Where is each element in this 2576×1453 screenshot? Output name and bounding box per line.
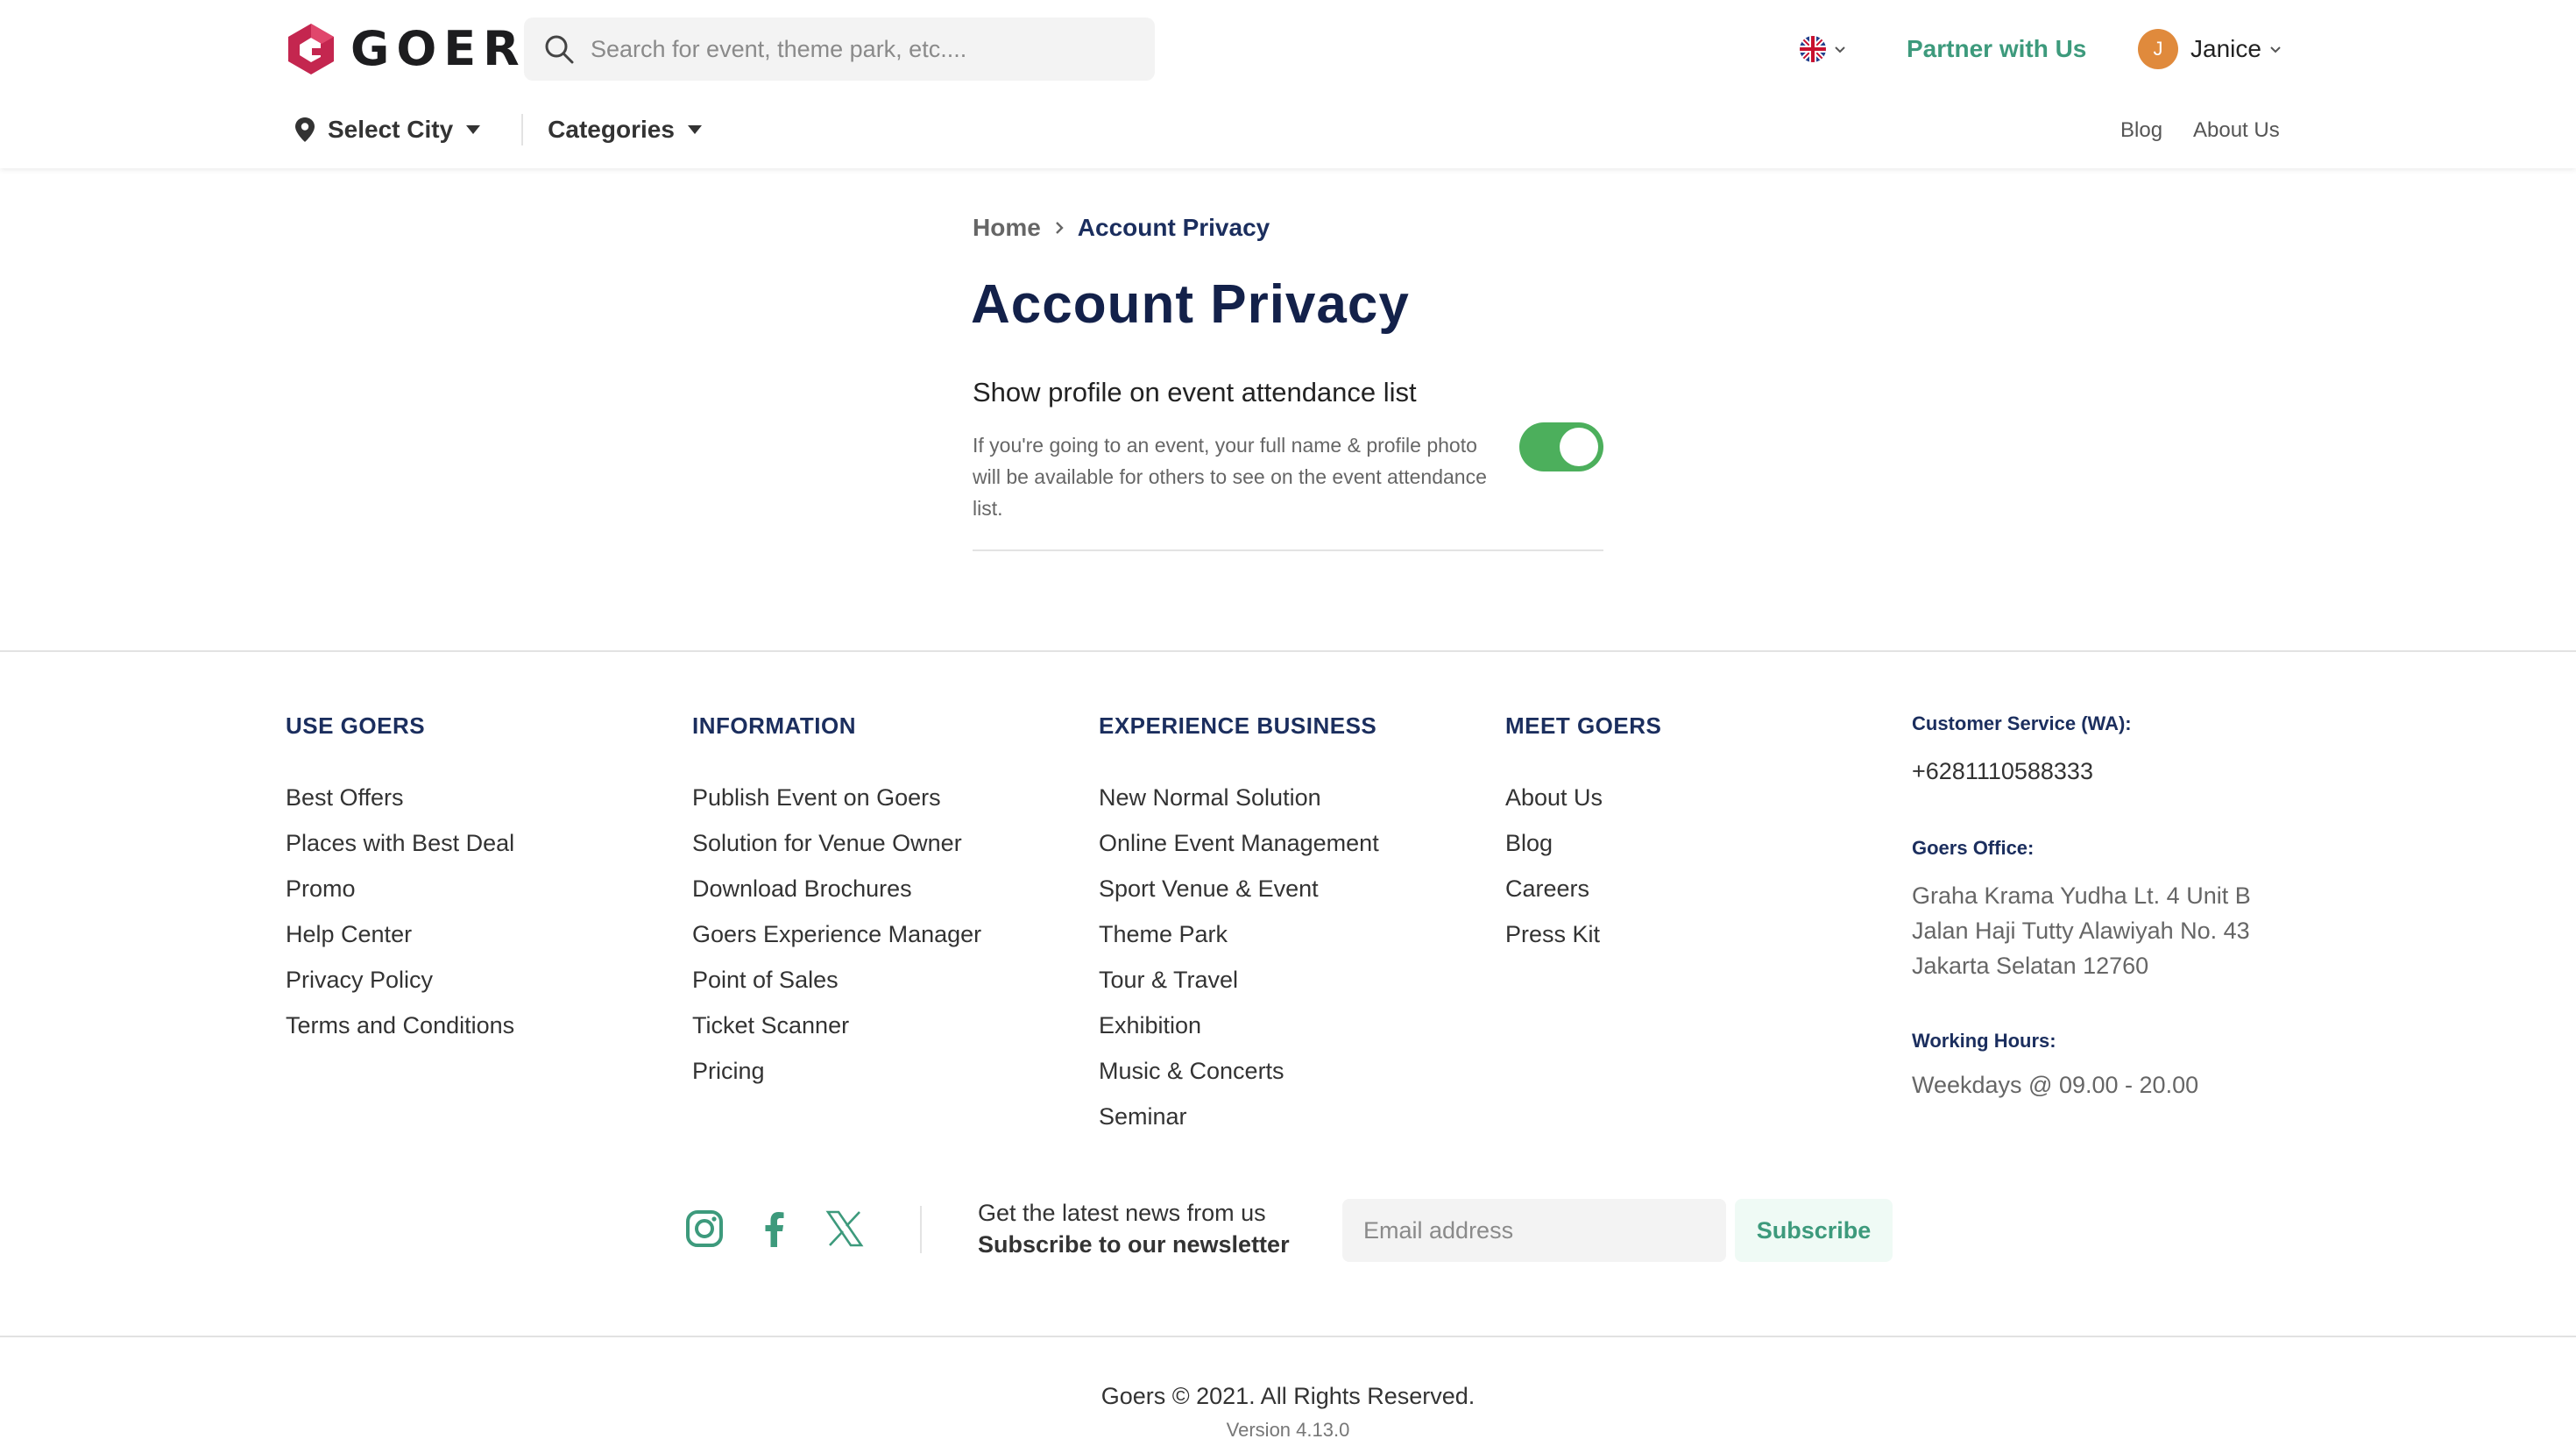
toggle-knob: [1560, 428, 1598, 466]
footer-link[interactable]: Music & Concerts: [1099, 1048, 1379, 1094]
office-address-line: Jalan Haji Tutty Alawiyah No. 43: [1912, 918, 2250, 944]
footer-column-meet-goers: MEET GOERS About Us Blog Careers Press K…: [1505, 712, 1661, 957]
attendance-visibility-toggle[interactable]: [1519, 422, 1603, 471]
footer-link[interactable]: Online Event Management: [1099, 820, 1379, 866]
office-address-line: Graha Krama Yudha Lt. 4 Unit B: [1912, 882, 2251, 909]
search-bar[interactable]: [524, 18, 1155, 81]
search-input[interactable]: [591, 35, 1116, 63]
language-selector[interactable]: [1800, 33, 1847, 65]
footer-column-information: INFORMATION Publish Event on Goers Solut…: [692, 712, 981, 1094]
chevron-down-icon: [2270, 46, 2281, 53]
uk-flag-icon: [1800, 36, 1826, 62]
attendance-visibility-setting: Show profile on event attendance list If…: [973, 375, 1603, 520]
footer-divider: [0, 650, 2576, 652]
user-menu[interactable]: J Janice: [2138, 28, 2282, 70]
footer-column-title: EXPERIENCE BUSINESS: [1099, 712, 1377, 739]
location-pin-icon: [295, 117, 315, 142]
footer-link[interactable]: Goers Experience Manager: [692, 911, 981, 957]
search-icon: [545, 35, 574, 64]
footer-link[interactable]: Best Offers: [286, 775, 514, 820]
setting-divider: [973, 549, 1603, 551]
footer-link[interactable]: Press Kit: [1505, 911, 1661, 957]
footer-link[interactable]: New Normal Solution: [1099, 775, 1379, 820]
footer-link[interactable]: Places with Best Deal: [286, 820, 514, 866]
working-hours-label: Working Hours:: [1912, 1030, 2056, 1052]
customer-service-label: Customer Service (WA):: [1912, 712, 2132, 734]
user-name: Janice: [2190, 35, 2261, 62]
office-label: Goers Office:: [1912, 837, 2035, 859]
footer-bottom-divider: [0, 1336, 2576, 1337]
caret-down-icon: [466, 125, 481, 134]
footer-link[interactable]: Ticket Scanner: [692, 1003, 981, 1048]
footer-link[interactable]: Theme Park: [1099, 911, 1379, 957]
footer-link[interactable]: Tour & Travel: [1099, 957, 1379, 1003]
chevron-down-icon: [1835, 46, 1845, 53]
footer-column-experience-business: EXPERIENCE BUSINESS New Normal Solution …: [1099, 712, 1379, 1139]
social-links: [683, 1204, 894, 1253]
footer-link[interactable]: Exhibition: [1099, 1003, 1379, 1048]
partner-link[interactable]: Partner with Us: [1907, 33, 2086, 65]
footer-contact-info: Customer Service (WA): +6281110588333 Go…: [1912, 712, 2350, 1102]
newsletter-text: Get the latest news from us Subscribe to…: [978, 1197, 1290, 1260]
footer-link[interactable]: Careers: [1505, 866, 1661, 911]
facebook-icon[interactable]: [754, 1208, 796, 1250]
sub-navigation: Select City Categories: [294, 112, 703, 147]
goers-logo-icon: [288, 24, 334, 74]
newsletter-email-input[interactable]: [1342, 1199, 1726, 1262]
footer-link[interactable]: Blog: [1505, 820, 1661, 866]
footer-link[interactable]: Point of Sales: [692, 957, 981, 1003]
page-title: Account Privacy: [971, 274, 1410, 335]
footer-link[interactable]: About Us: [1505, 775, 1661, 820]
footer-link[interactable]: Privacy Policy: [286, 957, 514, 1003]
footer-link[interactable]: Seminar: [1099, 1094, 1379, 1139]
avatar: J: [2138, 29, 2178, 69]
nav-blog-link[interactable]: Blog: [2120, 116, 2162, 145]
chevron-right-icon: [1055, 222, 1064, 234]
footer-column-title: USE GOERS: [286, 712, 426, 739]
subnav-divider: [521, 114, 524, 145]
footer-link[interactable]: Sport Venue & Event: [1099, 866, 1379, 911]
footer-link[interactable]: Promo: [286, 866, 514, 911]
subscribe-button[interactable]: Subscribe: [1735, 1199, 1893, 1262]
newsletter-line-2: Subscribe to our newsletter: [978, 1231, 1290, 1258]
copyright-text: Goers © 2021. All Rights Reserved.: [1100, 1383, 1476, 1409]
breadcrumb: Home Account Privacy: [973, 212, 1270, 244]
footer-link[interactable]: Terms and Conditions: [286, 1003, 514, 1048]
setting-description: If you're going to an event, your full n…: [973, 434, 1487, 520]
version-text: Version 4.13.0: [1226, 1419, 1350, 1441]
footer-column-use-goers: USE GOERS Best Offers Places with Best D…: [286, 712, 514, 1048]
footer-column-title: INFORMATION: [692, 712, 856, 739]
social-divider: [920, 1206, 922, 1253]
footer-link[interactable]: Help Center: [286, 911, 514, 957]
categories-dropdown[interactable]: Categories: [548, 116, 703, 144]
select-city-dropdown[interactable]: Select City: [294, 116, 481, 144]
office-address-line: Jakarta Selatan 12760: [1912, 953, 2149, 979]
top-header: GOERS Partner with Us J Janice: [0, 0, 2576, 168]
footer-link[interactable]: Publish Event on Goers: [692, 775, 981, 820]
breadcrumb-current: Account Privacy: [1077, 214, 1270, 241]
caret-down-icon: [687, 125, 702, 134]
footer-link[interactable]: Pricing: [692, 1048, 981, 1094]
footer-column-title: MEET GOERS: [1505, 712, 1662, 739]
nav-about-link[interactable]: About Us: [2193, 116, 2280, 145]
newsletter-line-1: Get the latest news from us: [978, 1200, 1266, 1226]
instagram-icon[interactable]: [683, 1208, 725, 1250]
categories-label: Categories: [548, 116, 675, 143]
x-icon[interactable]: [824, 1208, 866, 1250]
select-city-label: Select City: [328, 116, 454, 143]
footer-link[interactable]: Solution for Venue Owner: [692, 820, 981, 866]
setting-title: Show profile on event attendance list: [973, 377, 1417, 408]
footer-link[interactable]: Download Brochures: [692, 866, 981, 911]
customer-service-phone[interactable]: +6281110588333: [1912, 754, 2350, 789]
breadcrumb-home[interactable]: Home: [973, 214, 1041, 242]
working-hours-value: Weekdays @ 09.00 - 20.00: [1912, 1072, 2199, 1098]
